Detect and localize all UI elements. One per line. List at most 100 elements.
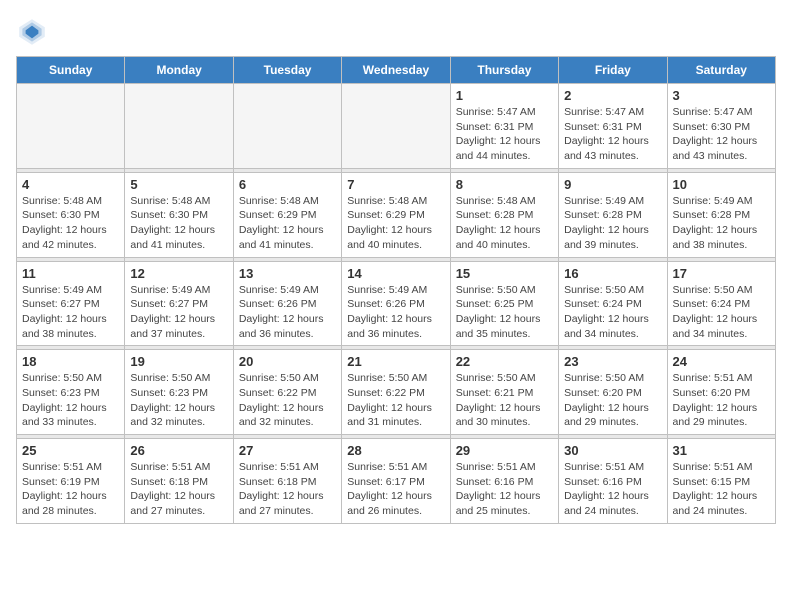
day-number: 28 (347, 443, 444, 458)
day-info: Sunrise: 5:51 AMSunset: 6:16 PMDaylight:… (456, 460, 553, 519)
week-row-1: 1 Sunrise: 5:47 AMSunset: 6:31 PMDaylight… (17, 84, 776, 169)
day-number: 23 (564, 354, 661, 369)
day-info: Sunrise: 5:51 AMSunset: 6:15 PMDaylight:… (673, 460, 770, 519)
day-info: Sunrise: 5:50 AMSunset: 6:23 PMDaylight:… (22, 371, 119, 430)
day-info: Sunrise: 5:51 AMSunset: 6:18 PMDaylight:… (239, 460, 336, 519)
day-cell: 19Sunrise: 5:50 AMSunset: 6:23 PMDayligh… (125, 350, 233, 435)
day-cell: 21 Sunrise: 5:50 AMSunset: 6:22 PMDayligh… (342, 350, 450, 435)
day-cell (125, 84, 233, 169)
day-info: Sunrise: 5:49 AMSunset: 6:28 PMDaylight:… (564, 194, 661, 253)
day-cell: 4 Sunrise: 5:48 AMSunset: 6:30 PMDaylight… (17, 172, 125, 257)
day-cell (233, 84, 341, 169)
calendar-table: SundayMondayTuesdayWednesdayThursdayFrid… (16, 56, 776, 524)
day-cell: 27 Sunrise: 5:51 AMSunset: 6:18 PMDayligh… (233, 439, 341, 524)
day-number: 1 (456, 88, 553, 103)
week-row-2: 4 Sunrise: 5:48 AMSunset: 6:30 PMDaylight… (17, 172, 776, 257)
day-info: Sunrise: 5:50 AMSunset: 6:21 PMDaylight:… (456, 371, 553, 430)
logo (16, 16, 52, 48)
day-number: 5 (130, 177, 227, 192)
day-cell: 14 Sunrise: 5:49 AMSunset: 6:26 PMDayligh… (342, 261, 450, 346)
day-cell: 16Sunrise: 5:50 AMSunset: 6:24 PMDayligh… (559, 261, 667, 346)
day-cell: 3 Sunrise: 5:47 AMSunset: 6:30 PMDaylight… (667, 84, 775, 169)
day-number: 6 (239, 177, 336, 192)
day-number: 20 (239, 354, 336, 369)
weekday-header-tuesday: Tuesday (233, 57, 341, 84)
day-info: Sunrise: 5:50 AMSunset: 6:25 PMDaylight:… (456, 283, 553, 342)
day-info: Sunrise: 5:50 AMSunset: 6:22 PMDaylight:… (239, 371, 336, 430)
day-cell: 9 Sunrise: 5:49 AMSunset: 6:28 PMDaylight… (559, 172, 667, 257)
day-number: 4 (22, 177, 119, 192)
day-info: Sunrise: 5:49 AMSunset: 6:27 PMDaylight:… (22, 283, 119, 342)
day-number: 17 (673, 266, 770, 281)
day-cell: 31Sunrise: 5:51 AMSunset: 6:15 PMDayligh… (667, 439, 775, 524)
day-cell: 29 Sunrise: 5:51 AMSunset: 6:16 PMDayligh… (450, 439, 558, 524)
weekday-header-sunday: Sunday (17, 57, 125, 84)
day-info: Sunrise: 5:49 AMSunset: 6:28 PMDaylight:… (673, 194, 770, 253)
day-number: 26 (130, 443, 227, 458)
day-number: 15 (456, 266, 553, 281)
day-info: Sunrise: 5:47 AMSunset: 6:30 PMDaylight:… (673, 105, 770, 164)
day-cell: 5 Sunrise: 5:48 AMSunset: 6:30 PMDaylight… (125, 172, 233, 257)
day-info: Sunrise: 5:49 AMSunset: 6:26 PMDaylight:… (347, 283, 444, 342)
day-cell (342, 84, 450, 169)
day-number: 10 (673, 177, 770, 192)
day-number: 30 (564, 443, 661, 458)
day-info: Sunrise: 5:50 AMSunset: 6:22 PMDaylight:… (347, 371, 444, 430)
day-cell (17, 84, 125, 169)
day-number: 21 (347, 354, 444, 369)
day-info: Sunrise: 5:51 AMSunset: 6:17 PMDaylight:… (347, 460, 444, 519)
day-number: 2 (564, 88, 661, 103)
day-cell: 10 Sunrise: 5:49 AMSunset: 6:28 PMDayligh… (667, 172, 775, 257)
day-info: Sunrise: 5:51 AMSunset: 6:16 PMDaylight:… (564, 460, 661, 519)
day-number: 8 (456, 177, 553, 192)
day-info: Sunrise: 5:47 AMSunset: 6:31 PMDaylight:… (564, 105, 661, 164)
day-number: 24 (673, 354, 770, 369)
day-cell: 2 Sunrise: 5:47 AMSunset: 6:31 PMDaylight… (559, 84, 667, 169)
day-info: Sunrise: 5:51 AMSunset: 6:19 PMDaylight:… (22, 460, 119, 519)
week-row-4: 18 Sunrise: 5:50 AMSunset: 6:23 PMDayligh… (17, 350, 776, 435)
day-number: 27 (239, 443, 336, 458)
day-cell: 15 Sunrise: 5:50 AMSunset: 6:25 PMDayligh… (450, 261, 558, 346)
weekday-header-wednesday: Wednesday (342, 57, 450, 84)
day-info: Sunrise: 5:50 AMSunset: 6:23 PMDaylight:… (130, 371, 227, 430)
day-number: 25 (22, 443, 119, 458)
day-info: Sunrise: 5:51 AMSunset: 6:20 PMDaylight:… (673, 371, 770, 430)
day-info: Sunrise: 5:48 AMSunset: 6:30 PMDaylight:… (130, 194, 227, 253)
day-cell: 6Sunrise: 5:48 AMSunset: 6:29 PMDaylight… (233, 172, 341, 257)
day-info: Sunrise: 5:48 AMSunset: 6:29 PMDaylight:… (347, 194, 444, 253)
day-cell: 1 Sunrise: 5:47 AMSunset: 6:31 PMDaylight… (450, 84, 558, 169)
day-number: 12 (130, 266, 227, 281)
week-row-3: 11Sunrise: 5:49 AMSunset: 6:27 PMDayligh… (17, 261, 776, 346)
day-number: 9 (564, 177, 661, 192)
day-info: Sunrise: 5:48 AMSunset: 6:28 PMDaylight:… (456, 194, 553, 253)
day-cell: 25 Sunrise: 5:51 AMSunset: 6:19 PMDayligh… (17, 439, 125, 524)
weekday-header-row: SundayMondayTuesdayWednesdayThursdayFrid… (17, 57, 776, 84)
day-info: Sunrise: 5:50 AMSunset: 6:24 PMDaylight:… (564, 283, 661, 342)
day-cell: 12Sunrise: 5:49 AMSunset: 6:27 PMDayligh… (125, 261, 233, 346)
day-number: 14 (347, 266, 444, 281)
day-number: 29 (456, 443, 553, 458)
day-number: 22 (456, 354, 553, 369)
day-cell: 17 Sunrise: 5:50 AMSunset: 6:24 PMDayligh… (667, 261, 775, 346)
day-info: Sunrise: 5:49 AMSunset: 6:26 PMDaylight:… (239, 283, 336, 342)
day-cell: 11Sunrise: 5:49 AMSunset: 6:27 PMDayligh… (17, 261, 125, 346)
day-info: Sunrise: 5:47 AMSunset: 6:31 PMDaylight:… (456, 105, 553, 164)
day-cell: 23 Sunrise: 5:50 AMSunset: 6:20 PMDayligh… (559, 350, 667, 435)
page-header (16, 16, 776, 48)
day-info: Sunrise: 5:51 AMSunset: 6:18 PMDaylight:… (130, 460, 227, 519)
day-number: 3 (673, 88, 770, 103)
day-info: Sunrise: 5:48 AMSunset: 6:30 PMDaylight:… (22, 194, 119, 253)
day-number: 18 (22, 354, 119, 369)
weekday-header-saturday: Saturday (667, 57, 775, 84)
weekday-header-friday: Friday (559, 57, 667, 84)
weekday-header-thursday: Thursday (450, 57, 558, 84)
day-info: Sunrise: 5:50 AMSunset: 6:24 PMDaylight:… (673, 283, 770, 342)
day-cell: 28 Sunrise: 5:51 AMSunset: 6:17 PMDayligh… (342, 439, 450, 524)
week-row-5: 25 Sunrise: 5:51 AMSunset: 6:19 PMDayligh… (17, 439, 776, 524)
day-info: Sunrise: 5:50 AMSunset: 6:20 PMDaylight:… (564, 371, 661, 430)
day-cell: 22 Sunrise: 5:50 AMSunset: 6:21 PMDayligh… (450, 350, 558, 435)
day-number: 13 (239, 266, 336, 281)
weekday-header-monday: Monday (125, 57, 233, 84)
day-cell: 20 Sunrise: 5:50 AMSunset: 6:22 PMDayligh… (233, 350, 341, 435)
day-cell: 24 Sunrise: 5:51 AMSunset: 6:20 PMDayligh… (667, 350, 775, 435)
